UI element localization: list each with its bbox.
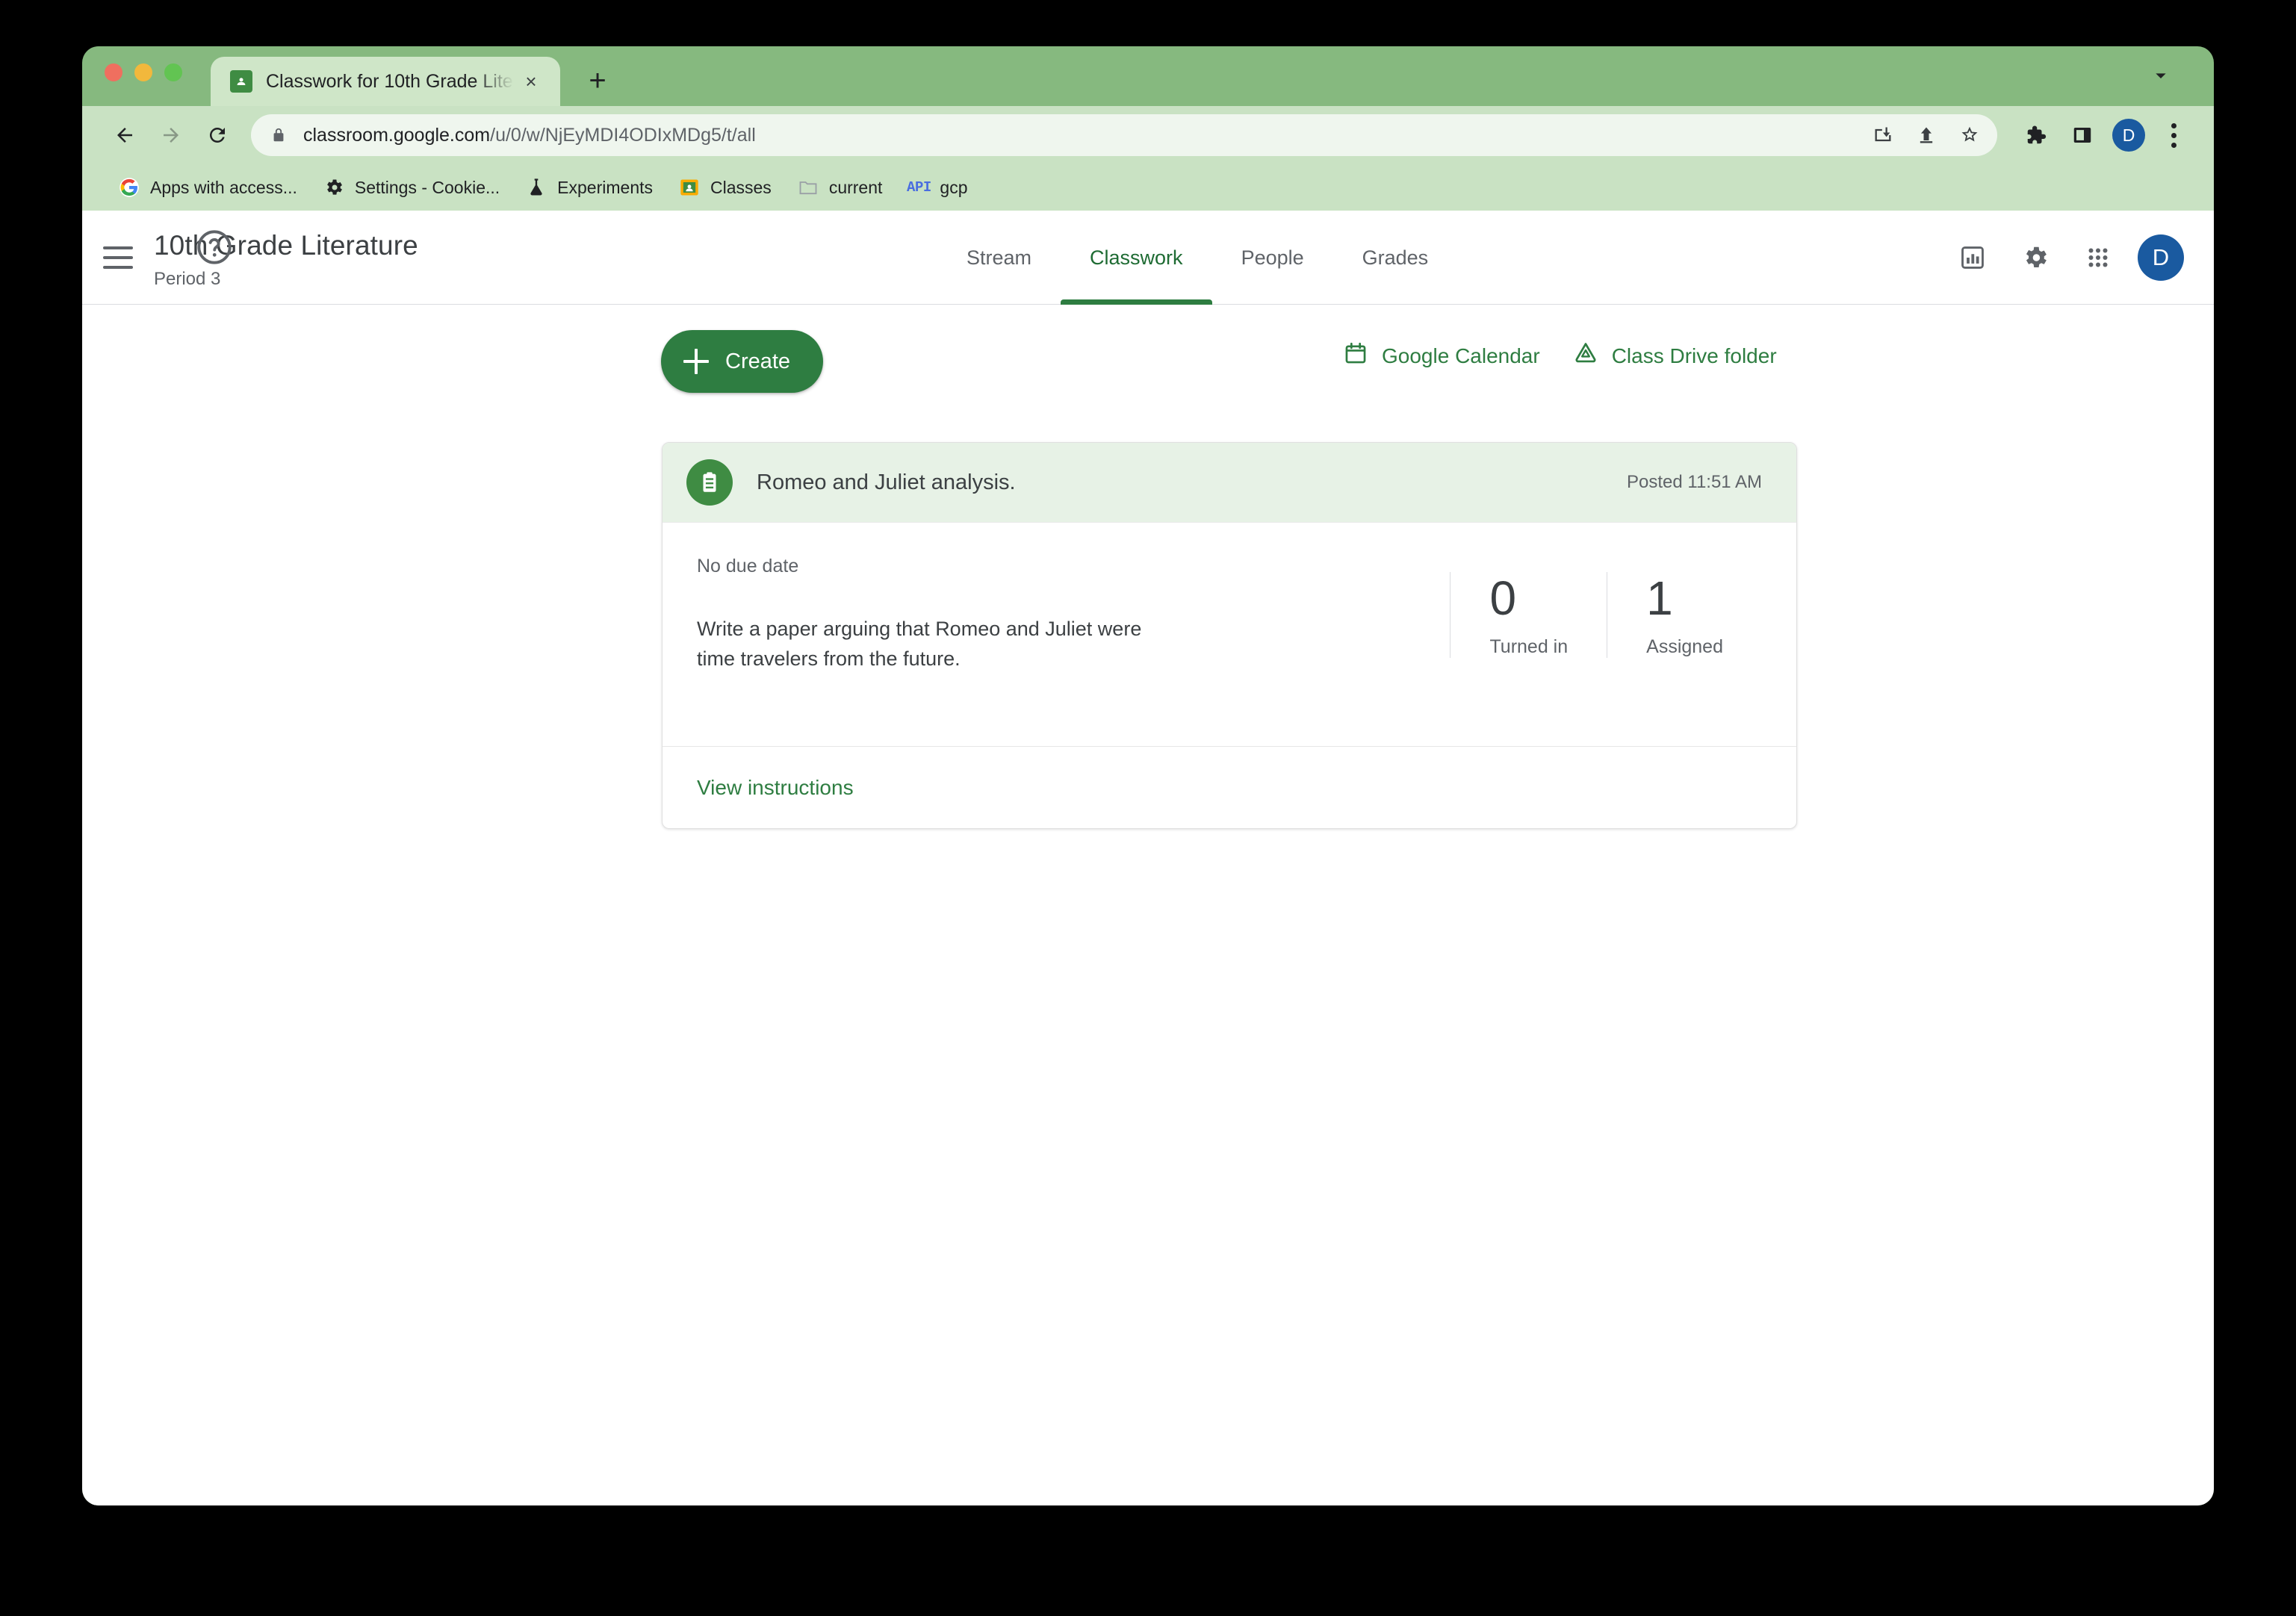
- assignment-card[interactable]: Romeo and Juliet analysis. Posted 11:51 …: [662, 442, 1797, 829]
- tab-strip: Classwork for 10th Grade Litera × +: [82, 46, 2214, 106]
- header-actions: D: [1949, 211, 2184, 305]
- lock-icon: [270, 125, 287, 145]
- browser-window: Classwork for 10th Grade Litera × + clas…: [82, 46, 2214, 1505]
- api-icon: API: [907, 179, 931, 196]
- assignment-card-header[interactable]: Romeo and Juliet analysis. Posted 11:51 …: [663, 443, 1796, 522]
- close-icon[interactable]: ×: [518, 69, 544, 94]
- classroom-header: 10th Grade Literature Period 3 Stream Cl…: [82, 211, 2214, 305]
- side-panel-icon[interactable]: [2060, 113, 2105, 158]
- stat-label: Assigned: [1646, 636, 1723, 658]
- assignment-details: No due date Write a paper arguing that R…: [697, 556, 1450, 701]
- browser-tab[interactable]: Classwork for 10th Grade Litera ×: [211, 57, 560, 106]
- stat-value: 1: [1646, 571, 1673, 625]
- url-text: classroom.google.com/u/0/w/NjEyMDI4ODIxM…: [303, 125, 1863, 146]
- browser-toolbar: classroom.google.com/u/0/w/NjEyMDI4ODIxM…: [82, 106, 2214, 164]
- menu-icon[interactable]: [82, 211, 154, 305]
- flask-icon: [525, 176, 547, 199]
- bookmark-current[interactable]: current: [786, 170, 893, 205]
- bookmark-experiments[interactable]: Experiments: [515, 170, 663, 205]
- bookmark-label: Experiments: [557, 177, 653, 197]
- stat-value: 0: [1489, 571, 1517, 625]
- install-app-icon[interactable]: [1863, 115, 1903, 155]
- classwork-links: Google Calendar Class Drive folder: [1343, 341, 1777, 371]
- bookmark-label: Settings - Cookie...: [354, 177, 500, 197]
- link-label: Class Drive folder: [1611, 344, 1777, 367]
- due-date: No due date: [697, 556, 799, 577]
- google-classroom-icon: [230, 70, 252, 93]
- toolbar-right: D: [2014, 113, 2194, 158]
- view-instructions-link[interactable]: View instructions: [697, 776, 854, 800]
- maximize-window-button[interactable]: [164, 63, 182, 81]
- url-host: classroom.google.com: [303, 124, 491, 146]
- google-classroom-icon: [678, 176, 701, 199]
- bookmarks-bar: Apps with access... Settings - Cookie...…: [82, 164, 2214, 211]
- tab-grades[interactable]: Grades: [1333, 211, 1458, 305]
- address-bar[interactable]: classroom.google.com/u/0/w/NjEyMDI4ODIxM…: [251, 114, 1997, 156]
- assignment-card-body: No due date Write a paper arguing that R…: [663, 522, 1796, 746]
- create-button[interactable]: Create: [661, 330, 824, 393]
- reload-icon[interactable]: [194, 112, 241, 158]
- plus-icon: [683, 349, 709, 374]
- bookmark-star-icon[interactable]: [1949, 115, 1990, 155]
- class-tabs: Stream Classwork People Grades: [937, 211, 1457, 305]
- bookmark-gcp[interactable]: API gcp: [897, 170, 978, 205]
- chevron-down-icon[interactable]: [2142, 57, 2179, 94]
- share-icon[interactable]: [1906, 115, 1946, 155]
- help-icon[interactable]: [194, 227, 235, 267]
- back-icon[interactable]: [102, 112, 148, 158]
- tab-stream[interactable]: Stream: [937, 211, 1061, 305]
- bookmark-label: gcp: [940, 177, 968, 197]
- close-window-button[interactable]: [105, 63, 122, 81]
- class-section: Period 3: [154, 268, 221, 289]
- bookmark-classes[interactable]: Classes: [668, 170, 782, 205]
- url-path: /u/0/w/NjEyMDI4ODIxMDg5/t/all: [490, 124, 756, 146]
- assignment-posted-time: Posted 11:51 AM: [1626, 472, 1762, 492]
- gear-icon: [323, 176, 345, 199]
- folder-icon: [797, 176, 819, 199]
- bookmark-settings-cookie[interactable]: Settings - Cookie...: [312, 170, 510, 205]
- new-tab-button[interactable]: +: [577, 60, 618, 102]
- insights-icon[interactable]: [1949, 234, 1996, 281]
- tab-classwork[interactable]: Classwork: [1061, 211, 1212, 305]
- assignment-icon: [686, 459, 733, 506]
- tab-title: Classwork for 10th Grade Litera: [266, 70, 514, 92]
- drive-icon: [1573, 341, 1598, 371]
- stat-assigned[interactable]: 1 Assigned: [1607, 571, 1762, 659]
- avatar[interactable]: D: [2138, 234, 2184, 281]
- profile-initial: D: [2112, 119, 2145, 152]
- stat-turned-in[interactable]: 0 Turned in: [1450, 571, 1607, 659]
- calendar-icon: [1343, 341, 1368, 371]
- assignment-stats: 0 Turned in 1 Assigned: [1450, 556, 1762, 701]
- minimize-window-button[interactable]: [134, 63, 152, 81]
- gear-icon[interactable]: [2012, 234, 2058, 281]
- link-label: Google Calendar: [1382, 344, 1540, 367]
- assignment-title: Romeo and Juliet analysis.: [757, 470, 1016, 494]
- bookmark-label: Classes: [710, 177, 772, 197]
- bookmark-label: Apps with access...: [150, 177, 297, 197]
- browser-menu-icon[interactable]: [2153, 113, 2194, 158]
- stat-label: Turned in: [1489, 636, 1569, 658]
- profile-avatar[interactable]: D: [2106, 113, 2151, 158]
- tab-people[interactable]: People: [1212, 211, 1333, 305]
- omnibox-actions: [1863, 115, 1990, 155]
- google-g-icon: [118, 176, 140, 199]
- window-controls: [105, 46, 182, 106]
- bookmark-apps-with-access[interactable]: Apps with access...: [108, 170, 308, 205]
- assignment-card-footer: View instructions: [663, 746, 1796, 828]
- page-content: 10th Grade Literature Period 3 Stream Cl…: [82, 211, 2214, 1505]
- forward-icon[interactable]: [148, 112, 194, 158]
- bookmark-label: current: [828, 177, 883, 197]
- class-drive-folder-link[interactable]: Class Drive folder: [1573, 341, 1777, 371]
- assignment-description: Write a paper arguing that Romeo and Jul…: [697, 618, 1142, 670]
- google-calendar-link[interactable]: Google Calendar: [1343, 341, 1540, 371]
- extensions-puzzle-icon[interactable]: [2014, 113, 2058, 158]
- create-button-label: Create: [725, 349, 791, 373]
- apps-grid-icon[interactable]: [2075, 234, 2121, 281]
